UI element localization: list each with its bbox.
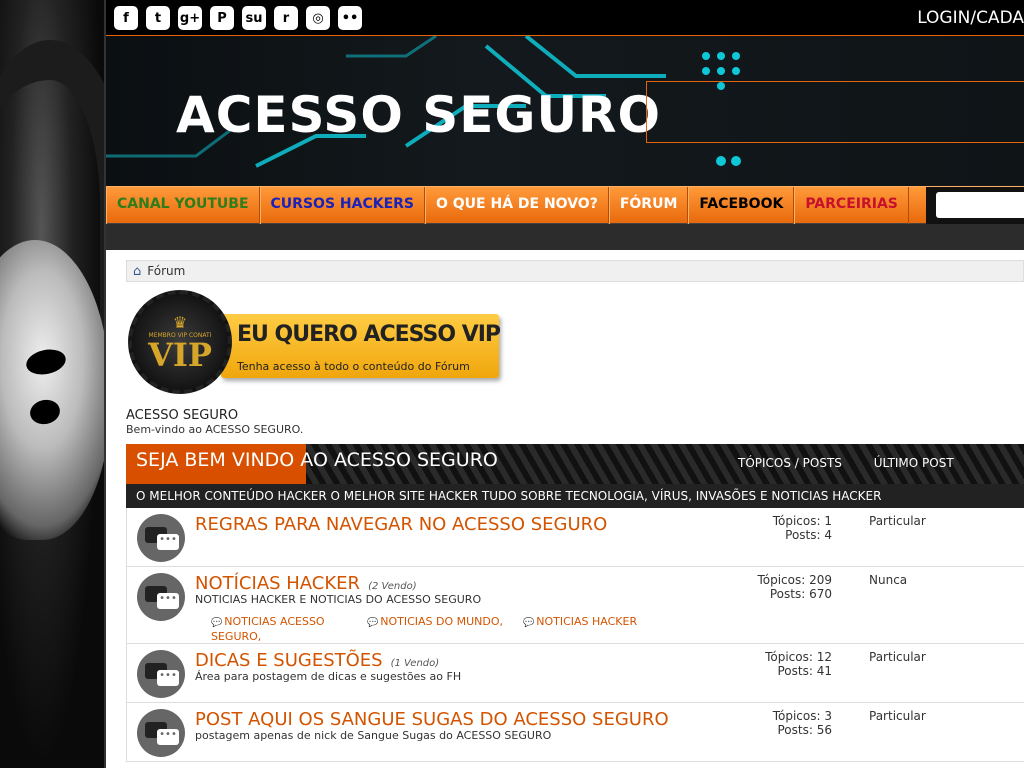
col-last-post: ÚLTIMO POST xyxy=(873,456,954,470)
vip-banner[interactable]: EU QUERO ACESSO VIP Tenha acesso à todo … xyxy=(126,288,506,408)
page: f t g+ P su r ◎ •• LOGIN/CADA ACESSO SEG… xyxy=(106,0,1024,768)
vip-bar: EU QUERO ACESSO VIP Tenha acesso à todo … xyxy=(221,314,501,378)
forum-viewers: (1 Vendo) xyxy=(390,658,440,669)
nav-o-que-ha-de-novo[interactable]: O QUE HÁ DE NOVO? xyxy=(425,186,609,224)
forum-stats: Tópicos: 1 Posts: 4 xyxy=(772,514,832,542)
nav-cursos-hackers[interactable]: CURSOS HACKERS xyxy=(259,186,425,224)
nav-canal-youtube[interactable]: CANAL YOUTUBE xyxy=(106,186,260,224)
forum-description: Bem-vindo ao ACESSO SEGURO. xyxy=(126,423,304,436)
top-bar: f t g+ P su r ◎ •• LOGIN/CADA xyxy=(106,0,1024,36)
breadcrumb-forum[interactable]: Fórum xyxy=(147,264,185,278)
vip-subtext: Tenha acesso à todo o conteúdo do Fórum xyxy=(237,360,470,373)
forum-link[interactable]: REGRAS PARA NAVEGAR NO ACESSO SEGURO xyxy=(195,514,607,535)
header-banner: ACESSO SEGURO xyxy=(106,36,1024,186)
twitter-icon[interactable]: t xyxy=(146,6,170,30)
login-link[interactable]: LOGIN/CADA xyxy=(917,8,1024,28)
forum-read-icon: ••• xyxy=(137,514,185,562)
nav-search-area xyxy=(926,187,1024,224)
forum-stats: Tópicos: 209 Posts: 670 xyxy=(757,573,832,601)
forum-link[interactable]: NOTÍCIAS HACKER (2 Vendo) xyxy=(195,573,417,594)
forum-title: ACESSO SEGURO xyxy=(126,408,239,423)
sub-nav-bar xyxy=(106,223,1024,250)
flickr-icon[interactable]: •• xyxy=(338,6,362,30)
social-links: f t g+ P su r ◎ •• xyxy=(114,6,362,30)
forum-desc: postagem apenas de nick de Sangue Sugas … xyxy=(195,729,552,742)
forum-viewers: (2 Vendo) xyxy=(368,581,417,592)
ad-banner[interactable] xyxy=(646,81,1024,143)
stumbleupon-icon[interactable]: su xyxy=(242,6,266,30)
forum-last-post: Nunca xyxy=(869,573,908,587)
pinterest-icon[interactable]: P xyxy=(210,6,234,30)
mask-eye xyxy=(23,346,69,378)
forum-row: ••• NOTÍCIAS HACKER (2 Vendo) NOTICIAS HA… xyxy=(126,567,1024,644)
forum-desc: NOTICIAS HACKER E NOTICIAS DO ACESSO SEG… xyxy=(195,593,482,606)
category-columns: TÓPICOS / POSTS ÚLTIMO POST xyxy=(738,456,982,470)
forum-row: ••• REGRAS PARA NAVEGAR NO ACESSO SEGURO… xyxy=(126,508,1024,567)
forum-read-icon: ••• xyxy=(137,650,185,698)
main-content: ⌂ Fórum EU QUERO ACESSO VIP Tenha acesso… xyxy=(106,250,1024,768)
vip-seal: ♛ MEMBRO VIP CONATI VIP xyxy=(128,290,232,394)
col-topics-posts: TÓPICOS / POSTS xyxy=(738,456,842,470)
subforum-link[interactable]: 💬 NOTICIAS DO MUNDO, xyxy=(367,615,507,630)
forum-last-post: Particular xyxy=(869,709,926,723)
breadcrumb: ⌂ Fórum xyxy=(126,260,1024,282)
subforum-link[interactable]: 💬 NOTICIAS ACESSO SEGURO, xyxy=(211,615,351,643)
category-header: SEJA BEM VINDO AO ACESSO SEGURO TÓPICOS … xyxy=(126,444,1024,484)
forum-read-icon: ••• xyxy=(137,709,185,757)
search-input[interactable] xyxy=(936,192,1024,218)
forum-last-post: Particular xyxy=(869,514,926,528)
background-hacker-image xyxy=(0,0,104,768)
mask-face xyxy=(0,240,104,540)
forum-row: ••• POST AQUI OS SANGUE SUGAS DO ACESSO … xyxy=(126,703,1024,762)
nav-parceirias[interactable]: PARCEIRIAS xyxy=(794,186,909,224)
forum-link[interactable]: DICAS E SUGESTÕES (1 Vendo) xyxy=(195,650,439,671)
category-subtitle: O MELHOR CONTEÚDO HACKER O MELHOR SITE H… xyxy=(126,484,1024,508)
forum-row: ••• DICAS E SUGESTÕES (1 Vendo) Área para… xyxy=(126,644,1024,703)
forum-stats: Tópicos: 12 Posts: 41 xyxy=(765,650,832,678)
forum-read-icon: ••• xyxy=(137,573,185,621)
subforum-link[interactable]: 💬 NOTICIAS HACKER xyxy=(523,615,663,630)
vip-headline: EU QUERO ACESSO VIP xyxy=(237,322,501,347)
main-nav: CANAL YOUTUBE CURSOS HACKERS O QUE HÁ DE… xyxy=(106,186,1024,224)
nav-facebook[interactable]: FACEBOOK xyxy=(688,186,795,224)
vip-seal-text: VIP xyxy=(148,336,212,374)
site-logo[interactable]: ACESSO SEGURO xyxy=(176,86,661,144)
forum-last-post: Particular xyxy=(869,650,926,664)
home-icon[interactable]: ⌂ xyxy=(133,264,141,279)
nav-forum[interactable]: FÓRUM xyxy=(608,186,689,224)
crown-icon: ♛ xyxy=(172,313,188,332)
forum-desc: Área para postagem de dicas e sugestões … xyxy=(195,670,462,683)
reddit-icon[interactable]: r xyxy=(274,6,298,30)
forum-stats: Tópicos: 3 Posts: 56 xyxy=(772,709,832,737)
instagram-icon[interactable]: ◎ xyxy=(306,6,330,30)
category-title[interactable]: SEJA BEM VINDO AO ACESSO SEGURO xyxy=(136,449,498,471)
facebook-icon[interactable]: f xyxy=(114,6,138,30)
forum-link[interactable]: POST AQUI OS SANGUE SUGAS DO ACESSO SEGU… xyxy=(195,709,669,730)
mask-eye xyxy=(27,397,63,427)
google-plus-icon[interactable]: g+ xyxy=(178,6,202,30)
